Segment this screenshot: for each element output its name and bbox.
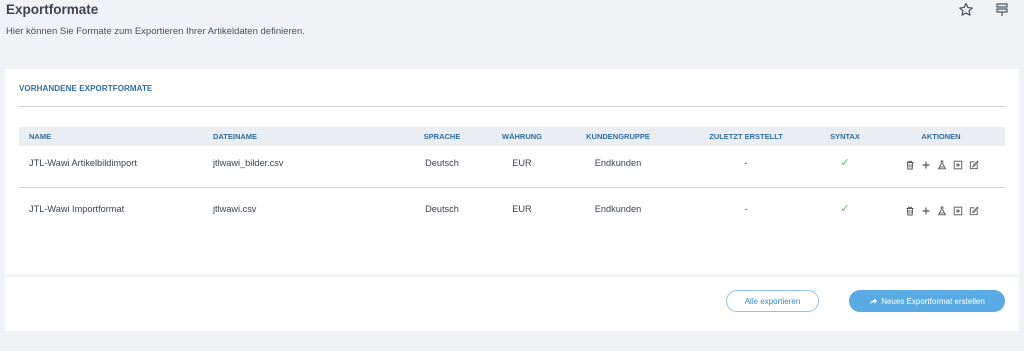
row-actions xyxy=(905,159,979,171)
edit-icon[interactable] xyxy=(969,160,979,170)
col-currency: WÄHRUNG xyxy=(502,132,542,141)
flask-icon[interactable] xyxy=(937,206,947,216)
plus-square-icon[interactable] xyxy=(953,160,963,170)
currency: EUR xyxy=(512,204,532,214)
last-created: - xyxy=(744,204,748,214)
flask-icon[interactable] xyxy=(937,160,947,170)
col-actions: AKTIONEN xyxy=(921,132,961,141)
pin-list-icon[interactable] xyxy=(994,2,1010,18)
plus-square-icon[interactable] xyxy=(953,206,963,216)
star-icon[interactable] xyxy=(958,2,974,18)
syntax-check-icon: ✓ xyxy=(840,203,850,215)
file-name: jtlwawi_bilder.csv xyxy=(213,158,284,168)
col-syntax: SYNTAX xyxy=(830,132,860,141)
export-formats-card: VORHANDENE EXPORTFORMATE NAME DATEINAME … xyxy=(5,69,1019,274)
col-name: NAME xyxy=(29,132,52,141)
page-subtitle: Hier können Sie Formate zum Exportieren … xyxy=(6,26,305,37)
new-export-format-button[interactable]: Neues Exportformat erstellen xyxy=(849,290,1005,312)
plus-icon[interactable] xyxy=(921,160,931,170)
new-export-format-label: Neues Exportformat erstellen xyxy=(881,296,985,306)
format-name: JTL-Wawi Importformat xyxy=(29,204,125,214)
table-header: NAME DATEINAME SPRACHE WÄHRUNG KUNDENGRU… xyxy=(19,127,1005,146)
card-footer: Alle exportieren Neues Exportformat erst… xyxy=(5,277,1019,331)
last-created: - xyxy=(744,158,748,168)
customer-group: Endkunden xyxy=(594,158,642,168)
file-name: jtlwawi.csv xyxy=(213,204,257,214)
syntax-check-icon: ✓ xyxy=(840,157,850,169)
col-file: DATEINAME xyxy=(213,132,258,141)
export-all-button[interactable]: Alle exportieren xyxy=(726,290,819,312)
card-title: VORHANDENE EXPORTFORMATE xyxy=(19,84,153,93)
trash-icon[interactable] xyxy=(905,206,915,216)
format-name: JTL-Wawi Artikelbildimport xyxy=(29,158,137,168)
col-customer-group: KUNDENGRUPPE xyxy=(586,132,650,141)
col-language: SPRACHE xyxy=(423,132,461,141)
currency: EUR xyxy=(512,158,532,168)
trash-icon[interactable] xyxy=(905,160,915,170)
table-row: JTL-Wawi Importformat jtlwawi.csv Deutsc… xyxy=(19,194,1005,234)
col-last-created: ZULETZT ERSTELLT xyxy=(709,132,783,141)
share-arrow-icon xyxy=(870,297,878,305)
table-row: JTL-Wawi Artikelbildimport jtlwawi_bilde… xyxy=(19,148,1005,188)
language: Deutsch xyxy=(425,204,459,214)
plus-icon[interactable] xyxy=(921,206,931,216)
page-title: Exportformate xyxy=(6,2,99,17)
row-actions xyxy=(905,205,979,217)
customer-group: Endkunden xyxy=(594,204,642,214)
edit-icon[interactable] xyxy=(969,206,979,216)
card-divider xyxy=(19,106,1005,107)
language: Deutsch xyxy=(425,158,459,168)
